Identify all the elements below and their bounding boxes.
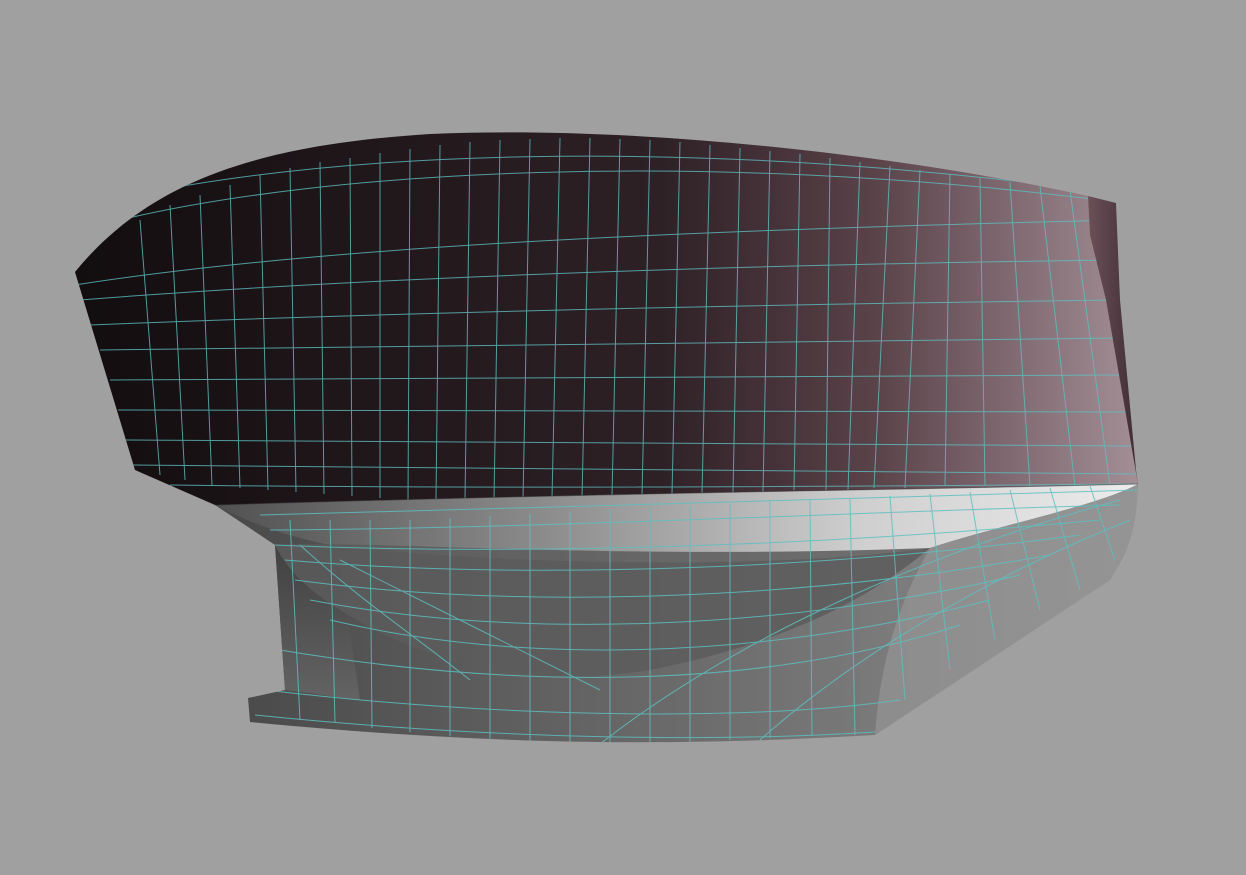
hull-topsides: [75, 132, 1138, 506]
hull-render: [75, 132, 1139, 743]
3d-viewport[interactable]: [0, 0, 1246, 875]
hull-underbody: [215, 484, 1138, 743]
